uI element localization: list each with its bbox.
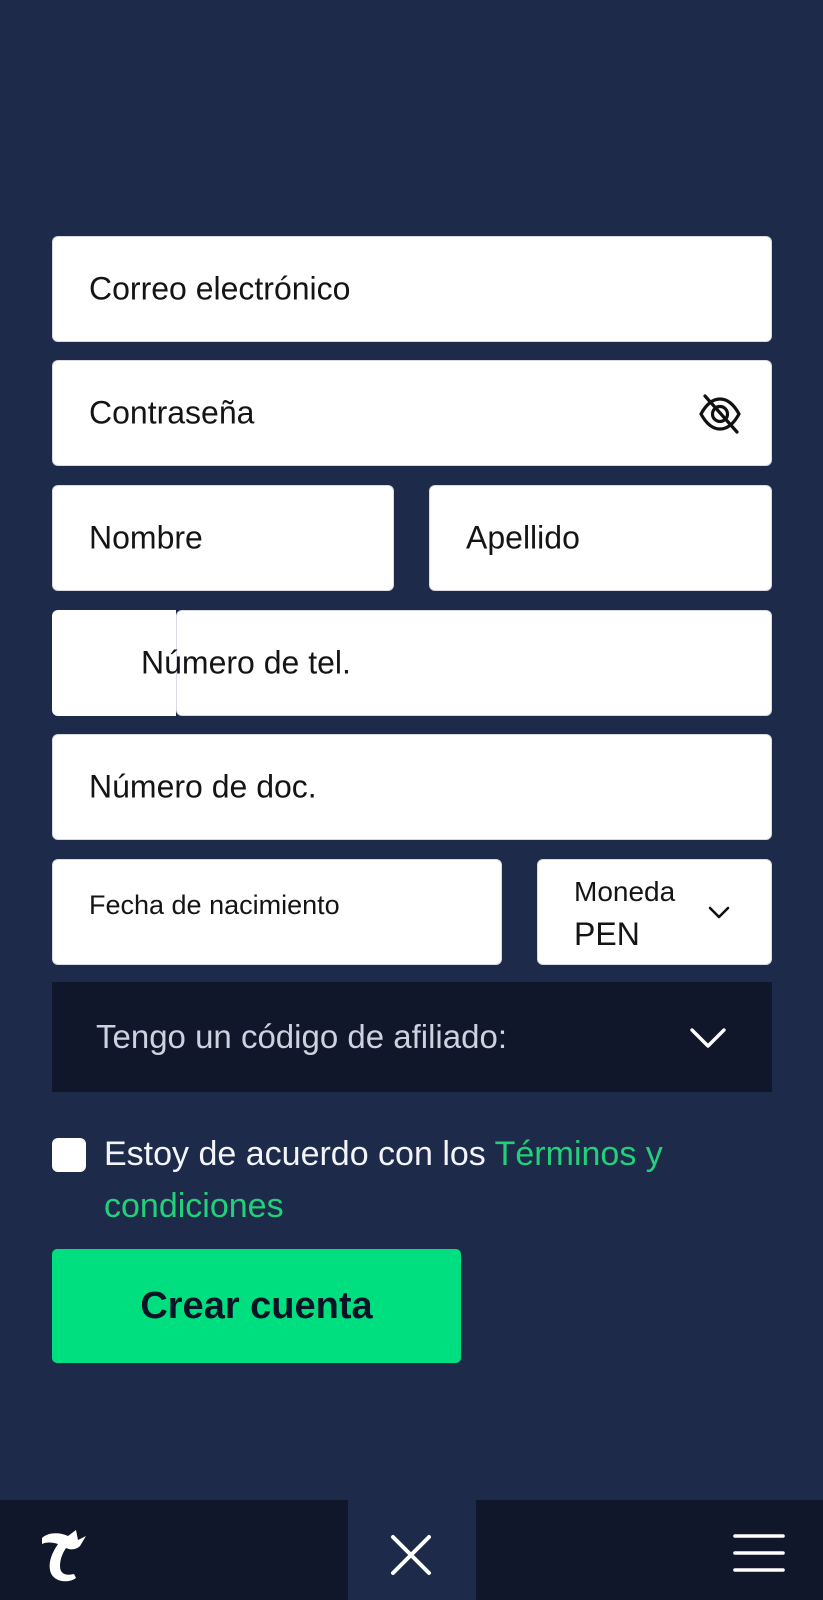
menu-icon[interactable]: [733, 1532, 785, 1574]
birthdate-field[interactable]: Fecha de nacimiento: [52, 859, 502, 965]
email-field[interactable]: Correo electrónico: [52, 236, 772, 342]
birthdate-placeholder: Fecha de nacimiento: [89, 890, 340, 920]
eye-off-icon[interactable]: [697, 391, 743, 437]
terms-text: Estoy de acuerdo con los Términos y cond…: [52, 1128, 772, 1232]
document-number-field[interactable]: Número de doc.: [52, 734, 772, 840]
currency-value: PEN: [574, 916, 640, 952]
email-placeholder: Correo electrónico: [89, 270, 351, 307]
create-account-button[interactable]: Crear cuenta: [52, 1249, 461, 1363]
currency-select[interactable]: Moneda PEN: [537, 859, 772, 965]
close-menu-area[interactable]: [348, 1500, 476, 1600]
affiliate-code-toggle[interactable]: Tengo un código de afiliado:: [52, 982, 772, 1092]
currency-label: Moneda: [574, 876, 676, 907]
chevron-down-icon: [690, 1028, 726, 1048]
first-name-field[interactable]: Nombre: [52, 485, 394, 591]
terms-checkbox[interactable]: [52, 1138, 86, 1172]
phone-placeholder: Número de tel.: [141, 644, 351, 681]
last-name-placeholder: Apellido: [466, 519, 580, 556]
password-placeholder: Contraseña: [89, 394, 255, 431]
last-name-field[interactable]: Apellido: [429, 485, 772, 591]
phone-field[interactable]: Número de tel.: [141, 610, 772, 716]
close-icon[interactable]: [390, 1534, 432, 1576]
chevron-down-icon: [708, 906, 730, 919]
logo-icon[interactable]: [38, 1528, 88, 1582]
terms-prefix: Estoy de acuerdo con los: [104, 1135, 495, 1173]
first-name-placeholder: Nombre: [89, 519, 203, 556]
password-field[interactable]: Contraseña: [52, 360, 772, 466]
document-placeholder: Número de doc.: [89, 768, 317, 805]
bottom-navigation: [0, 1500, 823, 1600]
terms-agreement: Estoy de acuerdo con los Términos y cond…: [52, 1128, 772, 1232]
affiliate-label: Tengo un código de afiliado:: [96, 1018, 507, 1055]
